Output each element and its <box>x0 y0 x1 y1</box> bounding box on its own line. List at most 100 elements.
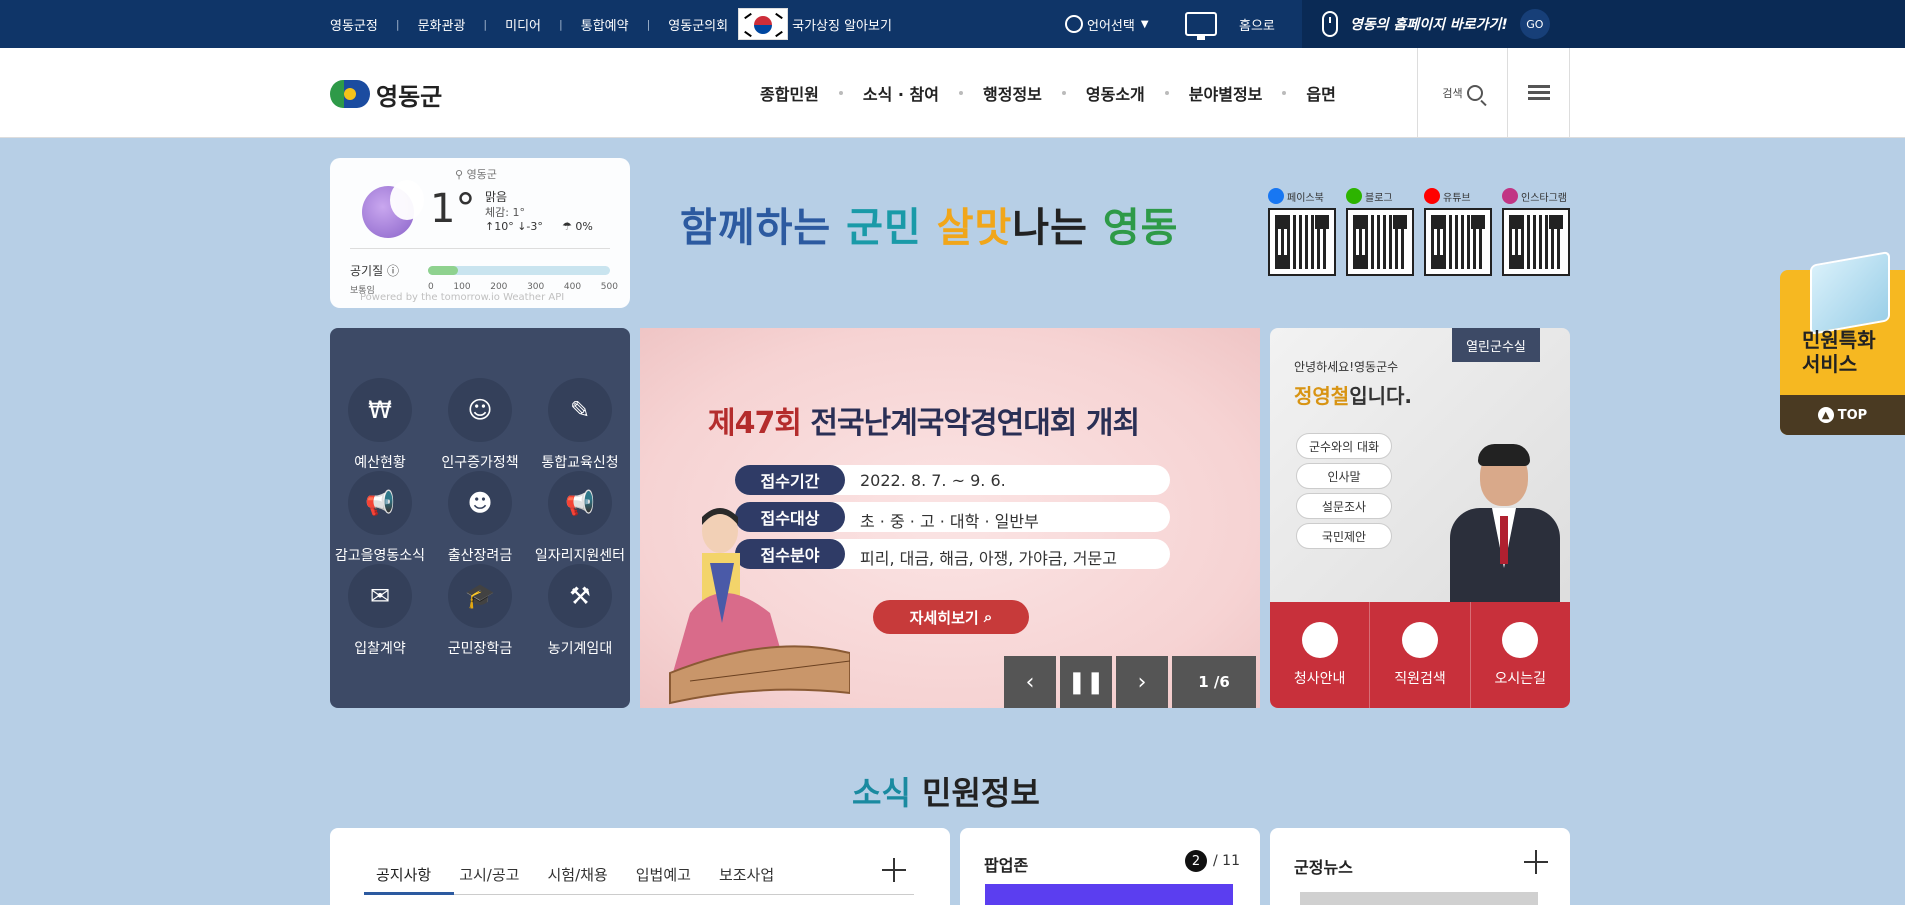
link-reservation[interactable]: 통합예약 <box>581 15 629 34</box>
notice-card: 공지사항 고시/공고 시험/채용 입법예고 보조사업 <box>330 828 950 905</box>
popup-counter: 2/ 11 <box>1185 850 1240 872</box>
quick-label: 입찰계약 <box>354 641 406 657</box>
main-banner[interactable]: 제47회 전국난계국악경연대회 개최 접수기간 2022. 8. 7. ~ 9. … <box>640 328 1260 708</box>
section-title: 소식 민원정보 <box>852 774 1040 812</box>
link-council[interactable]: 영동군의회 <box>668 15 728 34</box>
search-label: 검색 <box>1442 87 1463 100</box>
banner-next-button[interactable]: › <box>1116 656 1168 708</box>
air-quality-fill <box>428 266 458 275</box>
office-guide-label: 청사안내 <box>1293 671 1346 687</box>
nav-about[interactable]: 영동소개 <box>1086 81 1145 105</box>
tab-legislation[interactable]: 입법예고 <box>636 864 691 885</box>
civil-service-widget[interactable]: 민원특화 서비스 ▲ TOP <box>1780 250 1905 435</box>
link-media[interactable]: 미디어 <box>505 15 541 34</box>
mayor-office-badge[interactable]: 열린군수실 <box>1452 328 1540 362</box>
office-guide-link[interactable]: 청사안내 <box>1270 602 1369 708</box>
air-quality-label: 공기질 ⓘ <box>350 264 399 278</box>
youtube-icon <box>1424 188 1440 204</box>
popup-card: 팝업존 2/ 11 <box>960 828 1260 905</box>
separator <box>1164 91 1169 95</box>
all-menu-button[interactable] <box>1507 48 1570 138</box>
computer-icon <box>1810 250 1890 336</box>
banner-prev-button[interactable]: ‹ <box>1004 656 1056 708</box>
language-label: 언어선택 <box>1087 18 1135 34</box>
nav-eup-myeon[interactable]: 읍면 <box>1306 81 1335 105</box>
directions-link[interactable]: 오시는길 <box>1469 602 1570 708</box>
home-link[interactable]: 홈으로 <box>1185 0 1275 48</box>
sns-instagram[interactable]: 인스타그램 <box>1502 188 1570 276</box>
separator: | <box>559 17 563 31</box>
weather-feels-like: 체감: 1° <box>485 206 525 219</box>
news-more-button[interactable] <box>1524 850 1548 874</box>
mayor-name: 정영철입니다. <box>1294 384 1413 408</box>
mouse-icon <box>1322 11 1338 37</box>
mayor-panel: 열린군수실 안녕하세요!영동군수 정영철입니다. 군수와의 대화 인사말 설문조… <box>1270 328 1570 708</box>
nav-news-participation[interactable]: 소식 · 참여 <box>863 81 939 105</box>
popup-image[interactable] <box>985 884 1233 905</box>
weather-widget: ⚲ 영동군 1° 맑음 체감: 1° ↑10° ↓-3° ☂ 0% 공기질 ⓘ … <box>330 158 630 308</box>
language-select[interactable]: 언어선택 ▼ <box>1065 0 1149 48</box>
link-culture-tour[interactable]: 문화관광 <box>418 15 466 34</box>
quick-bidding[interactable]: ✉ 입찰계약 <box>330 564 430 658</box>
tab-notice[interactable]: 공지사항 <box>376 864 431 885</box>
tab-recruitment[interactable]: 시험/채용 <box>547 864 607 885</box>
pause-icon: ❚❚ <box>1067 669 1105 695</box>
caret-down-icon: ▼ <box>1140 18 1149 30</box>
quick-label: 감고을영동소식 <box>334 548 426 564</box>
arrow-up-icon: ▲ <box>1817 407 1834 423</box>
nav-admin-info[interactable]: 행정정보 <box>983 81 1042 105</box>
quick-jobs[interactable]: 📢 일자리지원센터 <box>530 471 630 565</box>
farm-tools-icon: ⚒ <box>548 564 612 628</box>
quick-label: 출산장려금 <box>447 548 513 564</box>
banner-row: 접수기간 2022. 8. 7. ~ 9. 6. <box>735 465 1170 495</box>
tab-subsidy[interactable]: 보조사업 <box>719 864 774 885</box>
banner-detail-button[interactable]: 자세히보기 ⌕ <box>873 600 1029 634</box>
search-button[interactable]: 검색 <box>1417 48 1507 138</box>
quick-education[interactable]: ✎ 통합교육신청 <box>530 378 630 472</box>
banner-pager: 1 /6 <box>1172 656 1256 708</box>
envelope-icon: ✉ <box>348 564 412 628</box>
globe-pin-icon <box>1502 622 1539 658</box>
quick-population[interactable]: ☺ 인구증가정책 <box>430 378 530 472</box>
logo-text: 영동군 <box>376 82 443 111</box>
mayor-dialogue-button[interactable]: 군수와의 대화 <box>1296 433 1392 459</box>
quick-farm-machinery[interactable]: ⚒ 농기계임대 <box>530 564 630 658</box>
mayor-survey-button[interactable]: 설문조사 <box>1296 493 1392 519</box>
notice-more-button[interactable] <box>882 858 906 882</box>
homepage-shortcut: 영동의 홈페이지 바로가기! GO <box>1302 0 1905 48</box>
quick-budget[interactable]: ₩ 예산현황 <box>330 378 430 472</box>
chevron-left-icon: ‹ <box>1025 669 1035 695</box>
sns-facebook[interactable]: 페이스북 <box>1268 188 1336 276</box>
quick-label: 예산현황 <box>354 455 406 471</box>
weather-powered-by: Powered by the tomorrow.io Weather API <box>360 292 565 303</box>
mayor-greeting-button[interactable]: 인사말 <box>1296 463 1392 489</box>
news-image[interactable] <box>1300 892 1538 905</box>
separator: | <box>483 17 488 31</box>
sns-youtube[interactable]: 유튜브 <box>1424 188 1492 276</box>
sns-blog[interactable]: 블로그 <box>1346 188 1414 276</box>
quick-label: 농기계임대 <box>547 641 613 657</box>
mayor-proposal-button[interactable]: 국민제안 <box>1296 523 1392 549</box>
scroll-top-button[interactable]: ▲ TOP <box>1780 395 1905 435</box>
home-label: 홈으로 <box>1239 18 1275 34</box>
megaphone-icon: 📢 <box>348 471 412 535</box>
search-icon <box>1466 85 1483 101</box>
go-button[interactable]: GO <box>1519 9 1550 39</box>
instagram-icon <box>1502 188 1518 204</box>
podium-icon <box>1301 622 1338 658</box>
quick-label: 군민장학금 <box>447 641 513 657</box>
quick-news[interactable]: 📢 감고을영동소식 <box>330 471 430 565</box>
link-gunjeong[interactable]: 영동군정 <box>330 15 378 34</box>
nav-field-info[interactable]: 분야별정보 <box>1189 81 1263 105</box>
quick-birth[interactable]: ☻ 출산장려금 <box>430 471 530 565</box>
separator: | <box>646 17 651 31</box>
separator: | <box>395 17 400 31</box>
site-header: 영동군 종합민원 소식 · 참여 행정정보 영동소개 분야별정보 읍면 검색 <box>0 48 1905 138</box>
site-logo[interactable]: 영동군 <box>330 76 442 112</box>
staff-search-link[interactable]: 직원검색 <box>1369 602 1469 708</box>
national-symbol-link[interactable]: 국가상징 알아보기 <box>738 8 892 40</box>
banner-pause-button[interactable]: ❚❚ <box>1060 656 1112 708</box>
nav-civil-service[interactable]: 종합민원 <box>760 81 819 105</box>
tab-announcement[interactable]: 고시/공고 <box>459 864 519 885</box>
quick-scholarship[interactable]: 🎓 군민장학금 <box>430 564 530 658</box>
